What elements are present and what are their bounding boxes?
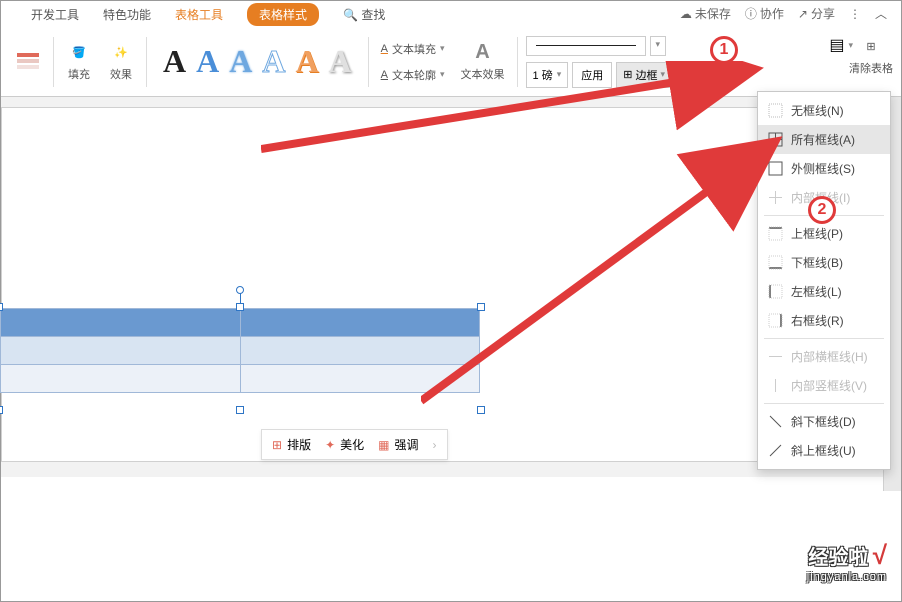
search-entry[interactable]: 🔍 查找 [343, 6, 385, 23]
effect-button[interactable]: ✨效果 [104, 37, 138, 86]
selected-table[interactable] [0, 308, 480, 393]
coop-button[interactable]: ⓘ 协作 [745, 5, 784, 22]
layout-button[interactable]: ⊞排版 [272, 436, 311, 453]
fill-button[interactable]: 🪣填充 [62, 37, 96, 86]
border-right[interactable]: 右框线(R) [758, 306, 890, 335]
tab-table-style[interactable]: 表格样式 [247, 3, 319, 26]
beautify-button[interactable]: ✦美化 [325, 436, 364, 453]
border-menu: 无框线(N) 所有框线(A) 外侧框线(S) 内部框线(I) 上框线(P) 下框… [757, 91, 891, 470]
share-button[interactable]: ↗ 分享 [798, 5, 835, 22]
border-inside-v: 内部竖框线(V) [758, 371, 890, 400]
border-left[interactable]: 左框线(L) [758, 277, 890, 306]
tab-feature[interactable]: 特色功能 [103, 6, 151, 23]
apply-button[interactable]: 应用 [572, 62, 612, 88]
clear-style-button[interactable]: ⊞清除表格 [845, 31, 897, 80]
watermark: 经验啦 √ jingyanla.com [807, 540, 887, 583]
tab-table-tools[interactable]: 表格工具 [175, 6, 223, 23]
style-swatch[interactable] [11, 47, 45, 77]
text-outline-dropdown[interactable]: A 文本轮廓 ▾ [377, 65, 449, 85]
context-toolbar: ⊞排版 ✦美化 ▦强调 › [261, 429, 448, 460]
text-fill-dropdown[interactable]: A 文本填充 ▾ [377, 39, 449, 59]
tab-dev[interactable]: 开发工具 [31, 6, 79, 23]
collapse-ribbon-icon[interactable]: ︿ [875, 5, 887, 22]
emphasize-button[interactable]: ▦强调 [378, 436, 418, 453]
slide-page [1, 107, 761, 462]
border-all[interactable]: 所有框线(A) [758, 125, 890, 154]
border-bottom[interactable]: 下框线(B) [758, 248, 890, 277]
line-style-dropdown[interactable] [526, 36, 646, 56]
border-outside[interactable]: 外侧框线(S) [758, 154, 890, 183]
line-weight-dropdown[interactable]: 1 磅▾ [526, 62, 569, 88]
annotation-badge-2: 2 [808, 196, 836, 224]
more-icon[interactable]: ⋮ [849, 7, 861, 21]
expand-icon[interactable]: › [433, 438, 437, 452]
border-dropdown-button[interactable]: ⊞ 边框 ▾ [616, 62, 672, 88]
text-style-gallery[interactable]: AAAAAA [155, 43, 360, 80]
unsaved-indicator: ☁ 未保存 [680, 5, 731, 22]
border-diag-down[interactable]: 斜下框线(D) [758, 407, 890, 436]
border-inside-h: 内部横框线(H) [758, 342, 890, 371]
border-diag-up[interactable]: 斜上框线(U) [758, 436, 890, 465]
annotation-badge-1: 1 [710, 36, 738, 64]
border-none[interactable]: 无框线(N) [758, 96, 890, 125]
align-icon[interactable]: ▤ [829, 35, 844, 55]
text-effect-button[interactable]: A文本效果 [457, 37, 509, 86]
